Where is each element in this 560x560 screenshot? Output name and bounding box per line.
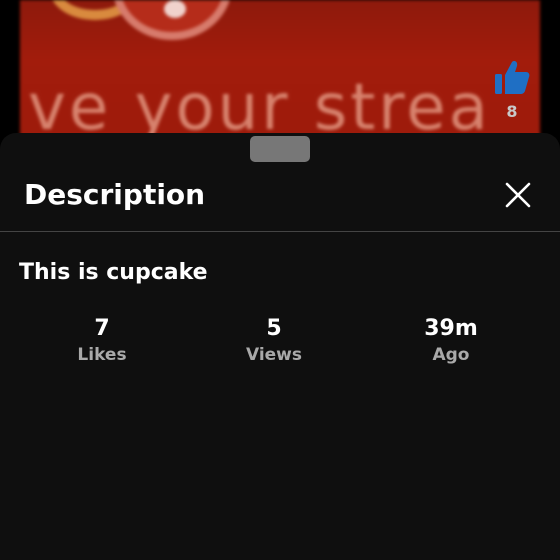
description-text: This is cupcake <box>19 260 208 285</box>
drag-handle[interactable] <box>250 136 310 162</box>
close-icon[interactable] <box>500 182 536 217</box>
description-sheet: Description This is cupcake 7 Likes 5 Vi… <box>0 133 560 560</box>
stat-likes-label: Likes <box>77 345 127 365</box>
video-like-count: 8 <box>506 102 518 121</box>
stat-ago-value: 39m <box>424 316 478 341</box>
stat-views: 5 Views <box>214 315 334 367</box>
stat-likes: 7 Likes <box>42 315 162 367</box>
stat-ago: 39m Ago <box>391 315 511 367</box>
video-frame: ve your strea <box>20 0 540 150</box>
screen: ve your strea 8 Description This is cupc… <box>0 0 560 560</box>
stat-views-label: Views <box>245 345 303 365</box>
close-button[interactable] <box>500 177 536 213</box>
header-divider <box>0 231 560 232</box>
thumbs-up-icon[interactable] <box>490 58 534 98</box>
sheet-header: Description <box>0 169 560 231</box>
video-player[interactable]: ve your strea 8 <box>0 0 560 150</box>
sheet-title: Description <box>24 178 206 211</box>
video-like-overlay[interactable]: 8 <box>490 58 534 121</box>
video-logo-dot <box>164 0 186 18</box>
stat-views-value: 5 <box>266 316 282 341</box>
stat-likes-value: 7 <box>94 316 110 341</box>
stats-row: 7 Likes 5 Views 39m Ago <box>0 315 560 375</box>
video-overlay-text: ve your strea <box>28 71 491 145</box>
stat-ago-label: Ago <box>432 345 470 365</box>
